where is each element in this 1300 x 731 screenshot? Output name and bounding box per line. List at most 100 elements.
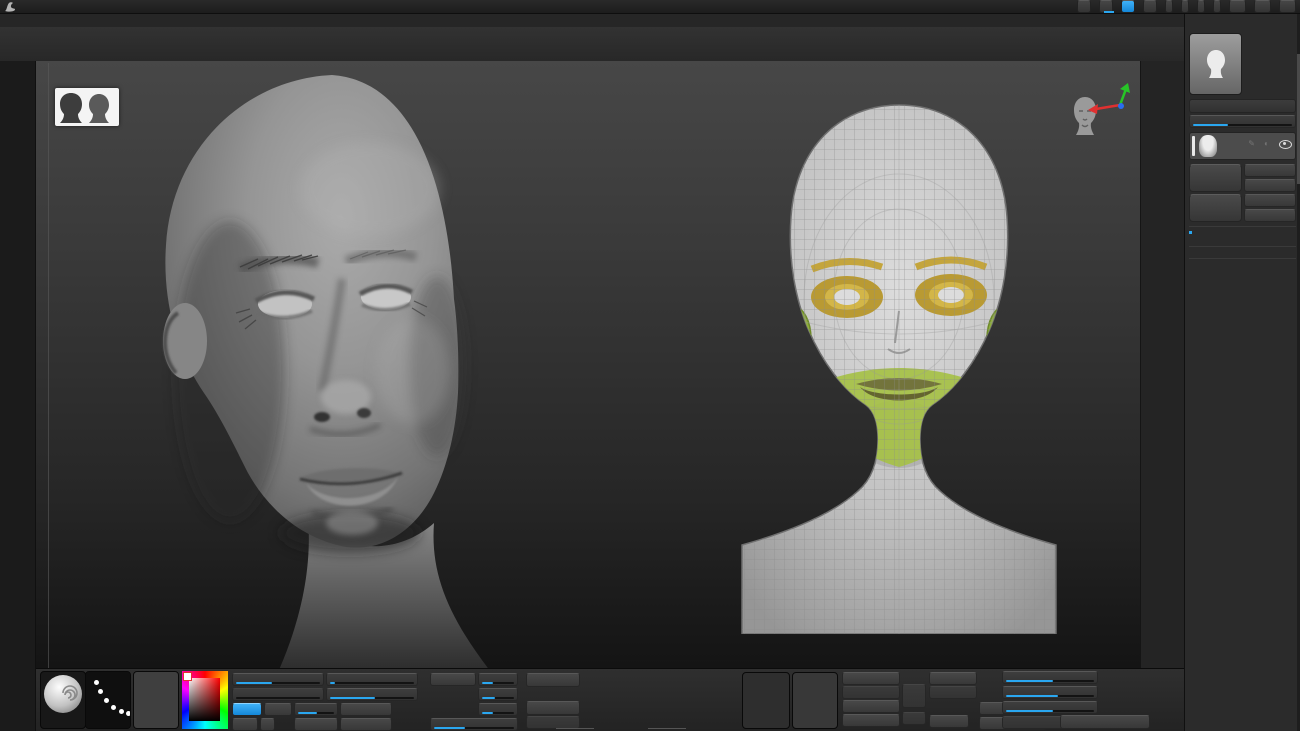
subtool-section-header[interactable]	[1189, 99, 1296, 113]
del-other-button[interactable]	[1244, 194, 1296, 207]
rgb-toggle[interactable]	[232, 718, 258, 731]
inverse-button[interactable]	[340, 703, 392, 716]
backfacemask-toggle[interactable]	[526, 701, 580, 715]
setup-model-side-button[interactable]	[1060, 715, 1150, 729]
stroke-thumbnail[interactable]	[85, 671, 131, 729]
append-button[interactable]	[1244, 164, 1296, 177]
axis-gizmo[interactable]	[1086, 83, 1132, 123]
zadd-toggle[interactable]	[232, 703, 262, 716]
clear-scene-button[interactable]	[929, 672, 977, 685]
tool-thumbnails	[1189, 33, 1296, 95]
zbrush-window: ✎ ◐	[0, 0, 1300, 731]
texture-import-button[interactable]	[842, 714, 900, 727]
eye-icon[interactable]	[1279, 140, 1292, 149]
imbed-slider[interactable]	[294, 703, 338, 716]
draw-size-slider[interactable]	[326, 673, 418, 686]
smooth-slider[interactable]	[1002, 701, 1098, 714]
project-to-active-button[interactable]	[1002, 716, 1066, 729]
brush-grid-scrollbar[interactable]	[556, 726, 686, 731]
geometry-section-header[interactable]	[1189, 246, 1296, 258]
flip-column	[902, 672, 926, 725]
tool-palette-header[interactable]	[1189, 14, 1296, 28]
reference-thumbnail[interactable]	[55, 88, 119, 126]
texture-export-button[interactable]	[842, 700, 900, 713]
saturation-value-area[interactable]	[189, 678, 220, 721]
zsub-toggle[interactable]	[264, 703, 292, 716]
color-picker[interactable]	[182, 671, 228, 729]
document-edge	[48, 63, 49, 668]
active-tool-thumbnail[interactable]	[1189, 33, 1242, 95]
tool-palette: ✎ ◐	[1184, 14, 1300, 731]
tray-left-button[interactable]	[929, 715, 969, 728]
recent-tools-grid	[1245, 33, 1296, 95]
delete-button[interactable]	[1189, 194, 1242, 222]
m-toggle[interactable]	[260, 718, 275, 731]
dist-slider[interactable]	[478, 673, 518, 686]
default-zscript-button[interactable]	[1143, 0, 1157, 13]
right-tray-toggle-icon[interactable]	[1181, 0, 1189, 13]
alpha-off-swatch	[134, 672, 178, 728]
flip-v-icon[interactable]	[902, 684, 926, 708]
pa-blur-slider[interactable]	[478, 703, 518, 716]
quicksave-button[interactable]	[1077, 0, 1091, 13]
bottom-shelf	[36, 668, 1184, 731]
see-through-slider[interactable]	[1099, 0, 1113, 13]
zbrush-logo-icon	[4, 1, 16, 13]
alpha-thumbnail[interactable]	[133, 671, 179, 729]
textureraw-button[interactable]	[842, 672, 900, 685]
topological-toggle[interactable]	[526, 673, 580, 687]
paint-icon[interactable]: ✎	[1248, 139, 1255, 148]
wireframe-head-model[interactable]	[684, 89, 1114, 634]
project-section-header[interactable]	[1189, 226, 1296, 238]
reference-heads-icon	[55, 88, 119, 126]
projectall-button[interactable]	[430, 673, 476, 686]
texture-io-column	[842, 672, 900, 727]
inflate-balloon-slider[interactable]	[1002, 686, 1098, 699]
head-tool-icon	[1204, 49, 1228, 79]
viewmask-button[interactable]	[294, 718, 338, 731]
export-small-button[interactable]	[902, 712, 926, 725]
duplicate-group	[1189, 164, 1296, 192]
delete-group	[1189, 194, 1296, 222]
texture-on-button[interactable]	[929, 686, 977, 699]
brush-swirl-icon	[41, 672, 85, 716]
brush-sliders	[232, 673, 422, 731]
subtool-thumbnail	[1199, 135, 1217, 157]
scene-column	[929, 672, 977, 728]
clear-button[interactable]	[340, 718, 392, 731]
close-button[interactable]	[1279, 0, 1296, 13]
menu-bar	[0, 14, 1192, 28]
mean-slider[interactable]	[478, 688, 518, 701]
inflate-slider[interactable]	[1002, 671, 1098, 684]
project-shelf-group	[430, 673, 520, 731]
left-toolbar	[0, 61, 36, 731]
edit-hand-icon[interactable]	[1213, 0, 1221, 13]
focal-shift-slider[interactable]	[326, 688, 418, 701]
texture-preview-thumbnail[interactable]	[792, 672, 838, 729]
clone-texture-button[interactable]	[842, 686, 900, 699]
rgb-intensity-slider[interactable]	[232, 688, 324, 701]
menus-toggle[interactable]	[1121, 0, 1135, 13]
pan-hand-icon[interactable]	[1197, 0, 1205, 13]
subtool-row-active[interactable]: ✎ ◐	[1189, 132, 1296, 160]
z-intensity-slider[interactable]	[232, 673, 324, 686]
visible-count-slider[interactable]	[1189, 115, 1296, 128]
projection-shell-slider[interactable]	[430, 718, 518, 731]
restore-button[interactable]	[1254, 0, 1271, 13]
title-bar	[0, 0, 1300, 14]
document-canvas[interactable]	[36, 61, 1140, 668]
sculpt-head-model[interactable]	[50, 61, 610, 668]
shade-icon[interactable]: ◐	[1264, 139, 1269, 148]
minimize-button[interactable]	[1229, 0, 1246, 13]
brush-thumbnail[interactable]	[40, 671, 86, 729]
del-all-button[interactable]	[1244, 209, 1296, 222]
duplicate-button[interactable]	[1189, 164, 1242, 192]
material-strip	[1140, 61, 1184, 731]
texture-thumbnail[interactable]	[742, 672, 790, 729]
current-color-swatch[interactable]	[183, 672, 192, 681]
selected-indicator	[1192, 136, 1195, 156]
left-tray-toggle-icon[interactable]	[1165, 0, 1173, 13]
array-mesh-section-header[interactable]	[1189, 258, 1296, 270]
insert-button[interactable]	[1244, 179, 1296, 192]
stroke-dots-icon	[86, 672, 130, 728]
